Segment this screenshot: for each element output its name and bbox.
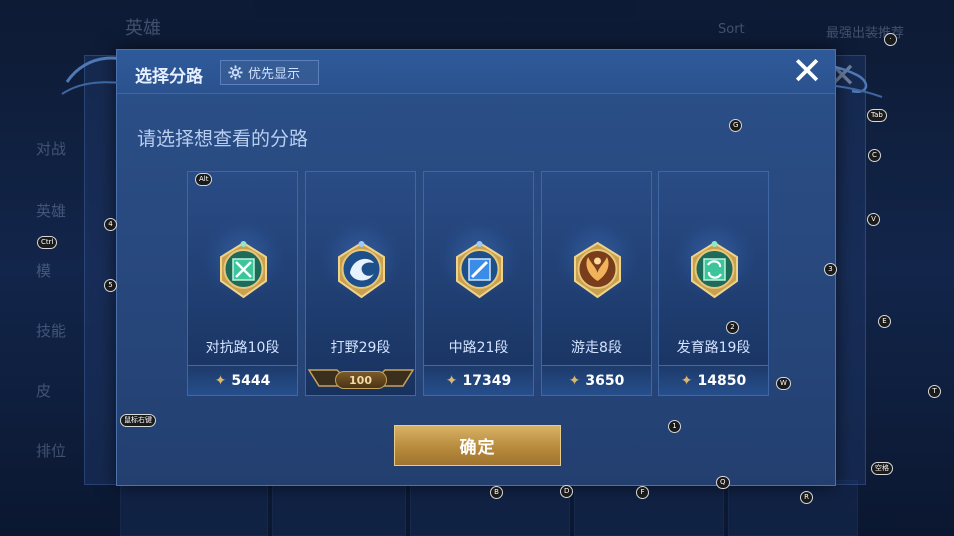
farm-lane-icon [691,241,738,299]
key-hint: C [868,149,881,162]
key-hint: V [867,213,880,226]
roam-icon [574,241,621,299]
lane-score-value: 100 [349,373,372,387]
lane-name: 对抗路10段 [205,340,280,356]
key-hint: 3 [824,263,837,276]
rank-chevron-icon: ✦ [214,372,227,389]
lane-name: 打野29段 [330,340,391,356]
rank-chevron-icon: ✦ [680,372,693,389]
priority-display-label: 优先显示 [248,67,301,82]
confirm-button[interactable]: 确定 [394,425,561,466]
key-hint: 1 [668,420,681,433]
lane-score: ✦ 3650 [542,365,651,395]
background-sort: Sort [718,22,745,37]
lane-score-value: 3650 [585,372,625,389]
key-hint: 鼠标右键 [120,414,156,427]
lane-score: ✦ 5444 [188,365,297,395]
background-hero-card [574,480,724,536]
mid-lane-icon [456,241,503,299]
lane-list: 对抗路10段 ✦ 5444 打野29段 100 中路21段 ✦ 17349 游走… [187,171,769,397]
key-hint: W [776,377,791,390]
background-side-item: 排位 [36,442,67,460]
background-hero-card [272,480,406,536]
rank-plate: 100 [334,371,387,389]
rank-chevron-icon: ✦ [445,372,458,389]
background-tab-hero: 英雄 [125,18,161,39]
key-hint: T [928,385,941,398]
lane-card-roam[interactable]: 游走8段 ✦ 3650 [541,171,652,396]
background-side-item: 对战 [36,140,67,158]
key-hint: Ctrl [37,236,58,249]
key-hint: Alt [195,173,213,186]
key-hint: R [800,491,813,504]
dialog-header: 选择分路 优先显示 ✕ [117,50,835,94]
key-hint: 2 [726,321,739,334]
key-hint: 5 [104,279,117,292]
background-hero-card [120,480,268,536]
background-hero-card [728,480,858,536]
key-hint: 空格 [871,462,893,475]
key-hint: E [878,315,891,328]
clash-lane-icon [220,241,267,299]
lane-card-clash[interactable]: 对抗路10段 ✦ 5444 [187,171,298,396]
lane-score-value: 5444 [231,372,271,389]
lane-name: 中路21段 [448,340,509,356]
rank-chevron-icon: ✦ [568,372,581,389]
key-hint: B [490,486,503,499]
background-side-item: 技能 [36,322,67,340]
jungle-icon [338,241,385,299]
background-side-item: 英雄 [36,202,67,220]
key-hint: 4 [104,218,117,231]
lane-select-dialog: 选择分路 优先显示 ✕ 请选择想查看的分路 对抗路10段 ✦ 5444 打野29… [61,49,883,486]
rank-banner: 100 [306,365,415,395]
key-hint: F [636,486,649,499]
lane-card-jungle[interactable]: 打野29段 100 [305,171,416,396]
key-hint: · [884,33,897,46]
background-side-item: 皮 [36,382,52,400]
lane-score-value: 14850 [697,372,747,389]
lane-name: 发育路19段 [676,340,751,356]
lane-score: ✦ 17349 [424,365,533,395]
gear-icon [228,65,243,80]
close-icon[interactable]: ✕ [789,52,825,90]
lane-name: 游走8段 [571,340,622,356]
lane-score: ✦ 14850 [659,365,768,395]
key-hint: Tab [867,109,887,122]
lane-card-farm[interactable]: 发育路19段 ✦ 14850 [658,171,769,396]
background-side-item: 模 [36,262,52,280]
dialog-title: 选择分路 [135,67,203,87]
lane-score-value: 17349 [462,372,512,389]
key-hint: Q [716,476,730,489]
dialog-subtitle: 请选择想查看的分路 [137,128,309,150]
lane-card-mid[interactable]: 中路21段 ✦ 17349 [423,171,534,396]
priority-display-button[interactable]: 优先显示 [220,60,319,85]
